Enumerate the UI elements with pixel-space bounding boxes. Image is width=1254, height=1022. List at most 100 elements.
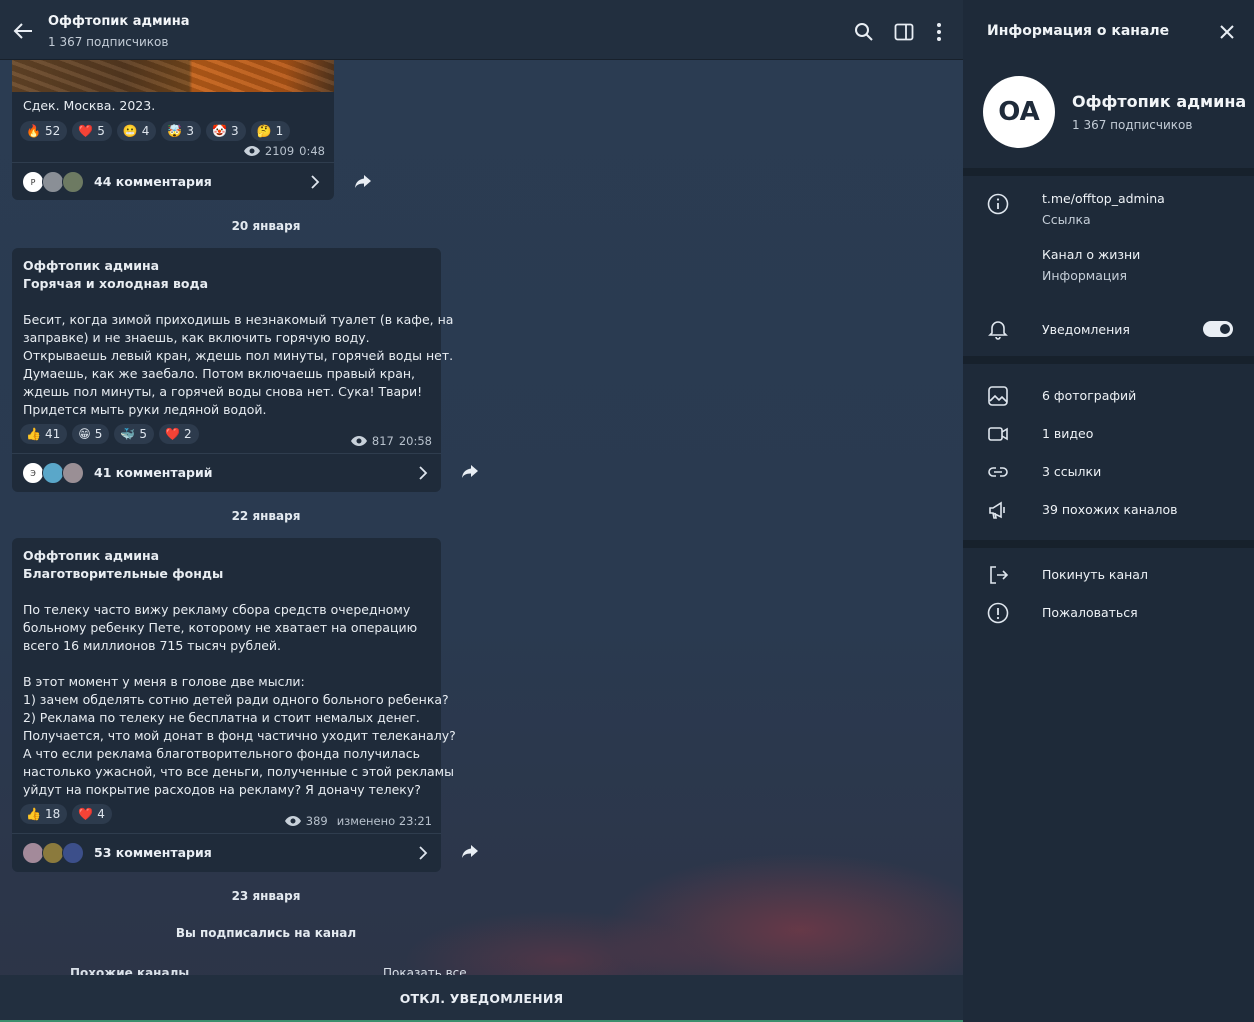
reaction-count: 1: [275, 124, 284, 138]
media-links[interactable]: 3 ссылки: [1042, 464, 1101, 479]
reaction-pill[interactable]: ❤️ 4: [72, 804, 112, 824]
media-videos[interactable]: 1 видео: [1042, 426, 1093, 441]
post-author: Оффтопик админа: [23, 258, 160, 273]
media-photos[interactable]: 6 фотографий: [1042, 388, 1136, 403]
post-time: 20:58: [398, 434, 432, 448]
reaction-emoji: 😬: [122, 124, 138, 138]
channel-subscribers: 1 367 подписчиков: [48, 35, 169, 49]
post-image[interactable]: [12, 58, 334, 92]
text-line: Бесит, когда зимой приходишь в незнакомы…: [23, 312, 454, 327]
reaction-pill[interactable]: ❤️ 2: [158, 424, 199, 444]
search-icon[interactable]: [854, 22, 874, 42]
show-all-link[interactable]: Показать все: [383, 966, 467, 975]
message-post-2[interactable]: Оффтопик админа Горячая и холодная вода …: [12, 248, 453, 492]
similar-channels-count[interactable]: 39 похожих каналов: [1042, 502, 1178, 517]
report-icon: [987, 602, 1009, 624]
text-line: Открываешь левый кран, ждешь пол минуты,…: [23, 348, 454, 363]
notifications-toggle[interactable]: [1203, 321, 1233, 337]
channel-title[interactable]: Оффтопик админа: [48, 14, 190, 29]
avatar: [42, 842, 64, 864]
divider: [963, 168, 1254, 176]
reaction-count: 5: [94, 427, 103, 441]
reaction-count: 52: [44, 124, 61, 138]
post-time: 0:48: [299, 144, 325, 158]
comments-link[interactable]: Р 44 комментария: [12, 162, 334, 200]
avatar: [62, 842, 84, 864]
bell-icon: [988, 321, 1008, 340]
report-button[interactable]: Пожаловаться: [1042, 605, 1138, 620]
channel-description-label: Информация: [1042, 268, 1128, 283]
share-button[interactable]: [350, 169, 376, 195]
reaction-count: 41: [44, 427, 61, 441]
avatar: [42, 171, 64, 193]
reaction-pill[interactable]: 🐳 5: [114, 424, 154, 444]
views-count: 2109: [264, 144, 295, 158]
commenter-avatars: Э: [22, 462, 84, 484]
comments-link[interactable]: Э 41 комментарий: [12, 453, 441, 491]
reaction-emoji: ❤️: [78, 807, 94, 821]
text-line: Думаешь, как же заебало. Потом включаешь…: [23, 366, 416, 381]
reaction-pill[interactable]: 👍 41: [20, 424, 68, 444]
reaction-emoji: 🔥: [26, 124, 41, 138]
chevron-right-icon: [311, 175, 320, 189]
reaction-pill[interactable]: ❤️ 5: [72, 121, 112, 141]
channel-description: Канал о жизни: [1042, 247, 1141, 262]
text-line: 2) Реклама по телеку не бесплатна и стои…: [23, 710, 420, 725]
similar-channels-title: Похожие каналы: [70, 966, 190, 975]
share-button[interactable]: [457, 839, 483, 865]
reaction-emoji: 🐳: [120, 427, 136, 441]
text-line: заправке) и не знаешь, как включить горя…: [23, 330, 370, 345]
reactions-post-2: 👍 41 😁 5 🐳 5 ❤️ 2: [20, 424, 199, 444]
sidebar-toggle-icon[interactable]: [894, 22, 914, 42]
reaction-emoji: 🤡: [212, 124, 227, 138]
message-post-1[interactable]: Сдек. Москва. 2023. 🔥 52 ❤️ 5 😬 4 🤯 3 🤡 3 🤔 1 2109 …: [12, 58, 334, 200]
share-icon: [462, 465, 478, 478]
text-line: 1) зачем обделять сотню детей ради одног…: [23, 692, 449, 707]
post-caption: Сдек. Москва. 2023.: [23, 98, 156, 113]
back-arrow-icon[interactable]: [12, 20, 34, 42]
text-line: В этот момент у меня в голове две мысли:: [23, 674, 305, 689]
leave-icon: [990, 566, 1009, 584]
panel-title: Информация о канале: [987, 23, 1170, 39]
close-icon[interactable]: [1219, 24, 1235, 40]
reaction-count: 4: [97, 807, 105, 821]
share-button[interactable]: [457, 459, 483, 485]
avatar: [42, 462, 64, 484]
reaction-pill[interactable]: 😁 5: [72, 424, 110, 444]
more-menu-icon[interactable]: [929, 22, 949, 42]
channel-link-label: Ссылка: [1042, 212, 1091, 227]
commenter-avatars: [22, 842, 84, 864]
eye-icon: [350, 436, 367, 446]
reaction-emoji: 👍: [26, 427, 41, 441]
text-line: [23, 655, 456, 673]
reactions-post-1: 🔥 52 ❤️ 5 😬 4 🤯 3 🤡 3 🤔 1: [20, 121, 291, 141]
channel-avatar[interactable]: OA: [983, 76, 1055, 148]
post-meta: 389 изменено 23:21: [284, 814, 432, 828]
comments-count: 44 комментария: [94, 174, 212, 189]
post-heading: Горячая и холодная вода: [23, 276, 208, 291]
reaction-pill[interactable]: 🔥 52: [20, 121, 68, 141]
reaction-pill[interactable]: 🤔 1: [250, 121, 291, 141]
post-text: Бесит, когда зимой приходишь в незнакомы…: [23, 311, 453, 419]
comments-link[interactable]: 53 комментария: [12, 833, 441, 871]
reaction-count: 5: [97, 124, 105, 138]
reaction-emoji: ❤️: [78, 124, 94, 138]
reaction-pill[interactable]: 😬 4: [116, 121, 157, 141]
eye-icon: [284, 816, 301, 826]
reaction-emoji: ❤️: [164, 427, 180, 441]
date-separator: 22 января: [231, 509, 301, 523]
message-post-3[interactable]: Оффтопик админа Благотворительные фонды …: [12, 538, 456, 872]
reaction-emoji: 😁: [78, 427, 91, 441]
reaction-count: 2: [183, 427, 192, 441]
mute-notifications-button[interactable]: ОТКЛ. УВЕДОМЛЕНИЯ: [0, 991, 963, 1006]
avatar: Р: [22, 171, 44, 193]
commenter-avatars: Р: [22, 171, 84, 193]
channel-link[interactable]: t.me/offtop_admina: [1042, 191, 1165, 206]
notifications-label: Уведомления: [1042, 322, 1130, 337]
reaction-pill[interactable]: 🤡 3: [206, 121, 246, 141]
leave-channel-button[interactable]: Покинуть канал: [1042, 567, 1148, 582]
text-line: По телеку часто вижу рекламу сбора средс…: [23, 602, 411, 617]
reaction-pill[interactable]: 🤯 3: [161, 121, 202, 141]
reaction-pill[interactable]: 👍 18: [20, 804, 68, 824]
text-line: больному ребенку Пете, которому не хвата…: [23, 620, 418, 635]
